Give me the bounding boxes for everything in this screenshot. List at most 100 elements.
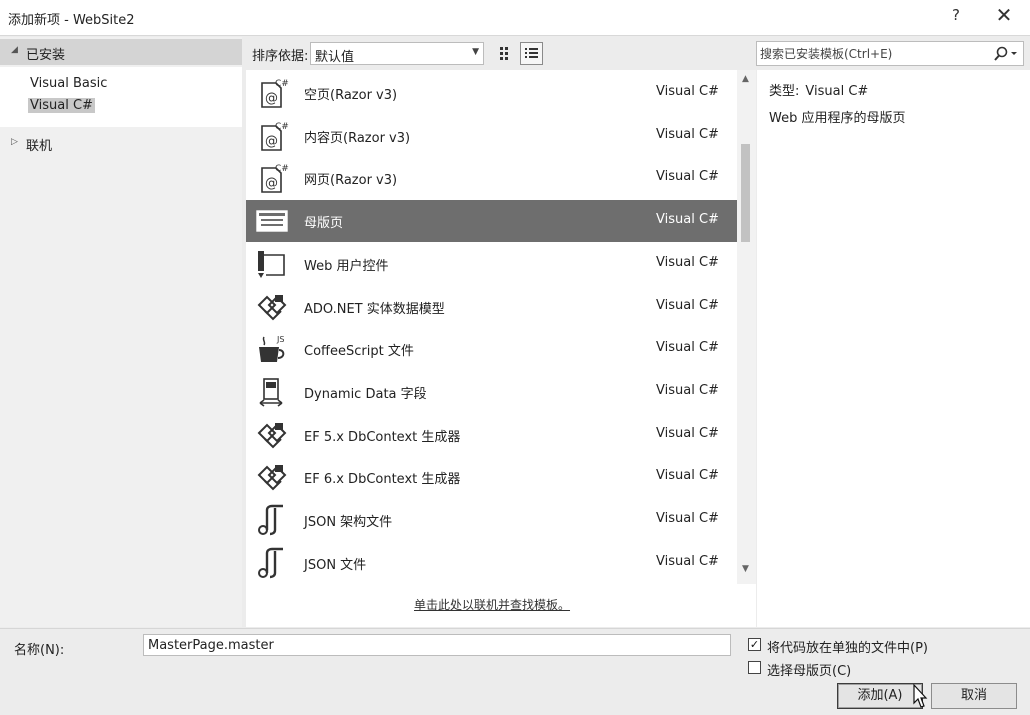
template-language: Visual C# (656, 553, 719, 569)
tree-item-visual-basic[interactable]: Visual Basic (30, 76, 107, 91)
name-input[interactable] (143, 634, 731, 656)
coffeescript-icon: JS (255, 333, 289, 365)
master-page-icon (255, 205, 289, 237)
template-list-pane: @ C# 空页(Razor v3) Visual C# @ C# 内容页(Razor v3)… (246, 70, 756, 627)
template-item[interactable]: Dynamic Data 字段 Visual C# (246, 371, 737, 413)
category-tree: ◢ 已安装 Visual Basic Visual C# ▷ 联机 (0, 37, 242, 627)
template-language: Visual C# (656, 382, 719, 398)
select-master-checkbox[interactable] (748, 661, 761, 674)
json-file-icon (255, 504, 289, 536)
template-language: Visual C# (656, 169, 719, 185)
template-language: Visual C# (656, 511, 719, 526)
separate-file-checkbox-label[interactable]: 将代码放在单独的文件中(P) (767, 637, 928, 656)
template-item[interactable]: @ C# 空页(Razor v3) Visual C# (246, 72, 737, 114)
template-item[interactable]: @ C# 网页(Razor v3) Visual C# (246, 157, 737, 199)
template-language: Visual C# (656, 126, 719, 142)
dynamic-data-icon (255, 376, 289, 408)
svg-text:C#: C# (275, 122, 289, 132)
template-language: Visual C# (656, 212, 719, 228)
chevron-down-icon: ▼ (472, 47, 479, 57)
template-language: Visual C# (656, 254, 719, 270)
template-item[interactable]: Web 用户控件 Visual C# (246, 243, 737, 285)
template-item[interactable]: EF 5.x DbContext 生成器 Visual C# (246, 414, 737, 456)
type-line: 类型: Visual C# (769, 80, 868, 99)
search-input[interactable] (760, 45, 986, 63)
template-name: EF 5.x DbContext 生成器 (304, 429, 461, 445)
template-name: CoffeeScript 文件 (304, 344, 414, 360)
scroll-down-arrow-icon[interactable]: ▼ (742, 564, 749, 574)
template-language: Visual C# (656, 297, 719, 313)
svg-text:@: @ (265, 176, 278, 191)
close-button[interactable]: ✕ (994, 3, 1014, 27)
scrollbar-thumb[interactable] (741, 144, 750, 242)
details-pane: 类型: Visual C# Web 应用程序的母版页 (757, 70, 1030, 627)
razor-page-icon: @ C# (255, 77, 289, 109)
tree-node-installed[interactable]: ◢ 已安装 (0, 39, 242, 65)
template-name: ADO.NET 实体数据模型 (304, 301, 445, 317)
grid-view-icon (500, 47, 508, 60)
user-control-icon (255, 248, 289, 280)
template-name: 内容页(Razor v3) (304, 130, 411, 146)
scroll-up-arrow-icon[interactable]: ▲ (742, 74, 749, 84)
template-list: @ C# 空页(Razor v3) Visual C# @ C# 内容页(Razor v3)… (246, 70, 737, 584)
template-name: JSON 文件 (304, 557, 367, 573)
collapsed-arrow-icon[interactable]: ▷ (11, 137, 18, 147)
select-master-checkbox-label[interactable]: 选择母版页(C) (767, 660, 851, 679)
svg-text:@: @ (265, 91, 278, 106)
template-item[interactable]: ADO.NET 实体数据模型 Visual C# (246, 286, 737, 328)
template-name: 母版页 (304, 216, 344, 232)
template-item[interactable]: @ C# 内容页(Razor v3) Visual C# (246, 115, 737, 157)
template-language: Visual C# (656, 84, 719, 99)
list-view-icon (525, 48, 538, 58)
svg-text:@: @ (265, 134, 278, 149)
razor-page-icon: @ C# (255, 120, 289, 152)
razor-page-icon: @ C# (255, 162, 289, 194)
separate-file-checkbox[interactable]: ✓ (748, 638, 761, 651)
cancel-button[interactable]: 取消 (931, 683, 1017, 709)
mouse-pointer-icon (913, 684, 928, 708)
template-item[interactable]: 母版页 Visual C# (246, 200, 737, 243)
online-templates-link[interactable]: 单击此处以联机并查找模板。 (414, 596, 570, 613)
data-model-icon (255, 291, 289, 323)
tree-node-online[interactable]: ▷ 联机 (0, 133, 242, 155)
template-name: Web 用户控件 (304, 258, 389, 274)
template-name: 网页(Razor v3) (304, 173, 398, 189)
tree-node-installed-label: 已安装 (26, 48, 66, 63)
template-item[interactable]: EF 6.x DbContext 生成器 Visual C# (246, 456, 737, 498)
template-search[interactable] (756, 41, 1024, 66)
sort-label: 排序依据: (252, 49, 309, 64)
add-button[interactable]: 添加(A) (837, 683, 923, 709)
template-description: Web 应用程序的母版页 (769, 111, 906, 126)
help-button[interactable]: ? (948, 6, 964, 24)
template-list-scrollbar[interactable]: ▲ ▼ (737, 70, 756, 584)
tree-item-visual-csharp[interactable]: Visual C# (28, 98, 95, 113)
template-name: 空页(Razor v3) (304, 88, 398, 103)
svg-text:JS: JS (276, 335, 284, 344)
sort-toolbar: 排序依据: 默认值 ▼ (246, 41, 746, 67)
template-language: Visual C# (656, 468, 719, 484)
json-file-icon (255, 547, 289, 579)
template-language: Visual C# (656, 425, 719, 441)
template-item[interactable]: JS CoffeeScript 文件 Visual C# (246, 328, 737, 370)
template-item[interactable]: JSON 架构文件 Visual C# (246, 499, 737, 541)
title-bar: 添加新项 - WebSite2 ? ✕ (0, 0, 1030, 36)
template-name: JSON 架构文件 (304, 515, 393, 530)
bottom-form: 名称(N): ✓ 将代码放在单独的文件中(P) 选择母版页(C) 添加(A) 取… (0, 628, 1030, 715)
template-name: Dynamic Data 字段 (304, 386, 427, 402)
expanded-arrow-icon[interactable]: ◢ (11, 45, 18, 55)
type-label: 类型: (769, 84, 800, 99)
sort-dropdown-value: 默认值 (315, 50, 355, 65)
name-label: 名称(N): (14, 643, 65, 658)
grid-view-button[interactable] (494, 42, 517, 65)
type-value: Visual C# (805, 84, 869, 99)
installed-children: Visual Basic Visual C# (0, 67, 242, 127)
svg-text:C#: C# (275, 79, 289, 89)
tree-node-online-label: 联机 (26, 139, 53, 154)
template-item[interactable]: JSON 文件 Visual C# (246, 542, 737, 584)
sort-dropdown[interactable]: 默认值 ▼ (310, 42, 484, 65)
svg-text:C#: C# (275, 164, 289, 174)
data-model-icon (255, 461, 289, 493)
template-name: EF 6.x DbContext 生成器 (304, 472, 461, 488)
search-icon[interactable] (993, 45, 1019, 63)
list-view-button[interactable] (520, 42, 543, 65)
